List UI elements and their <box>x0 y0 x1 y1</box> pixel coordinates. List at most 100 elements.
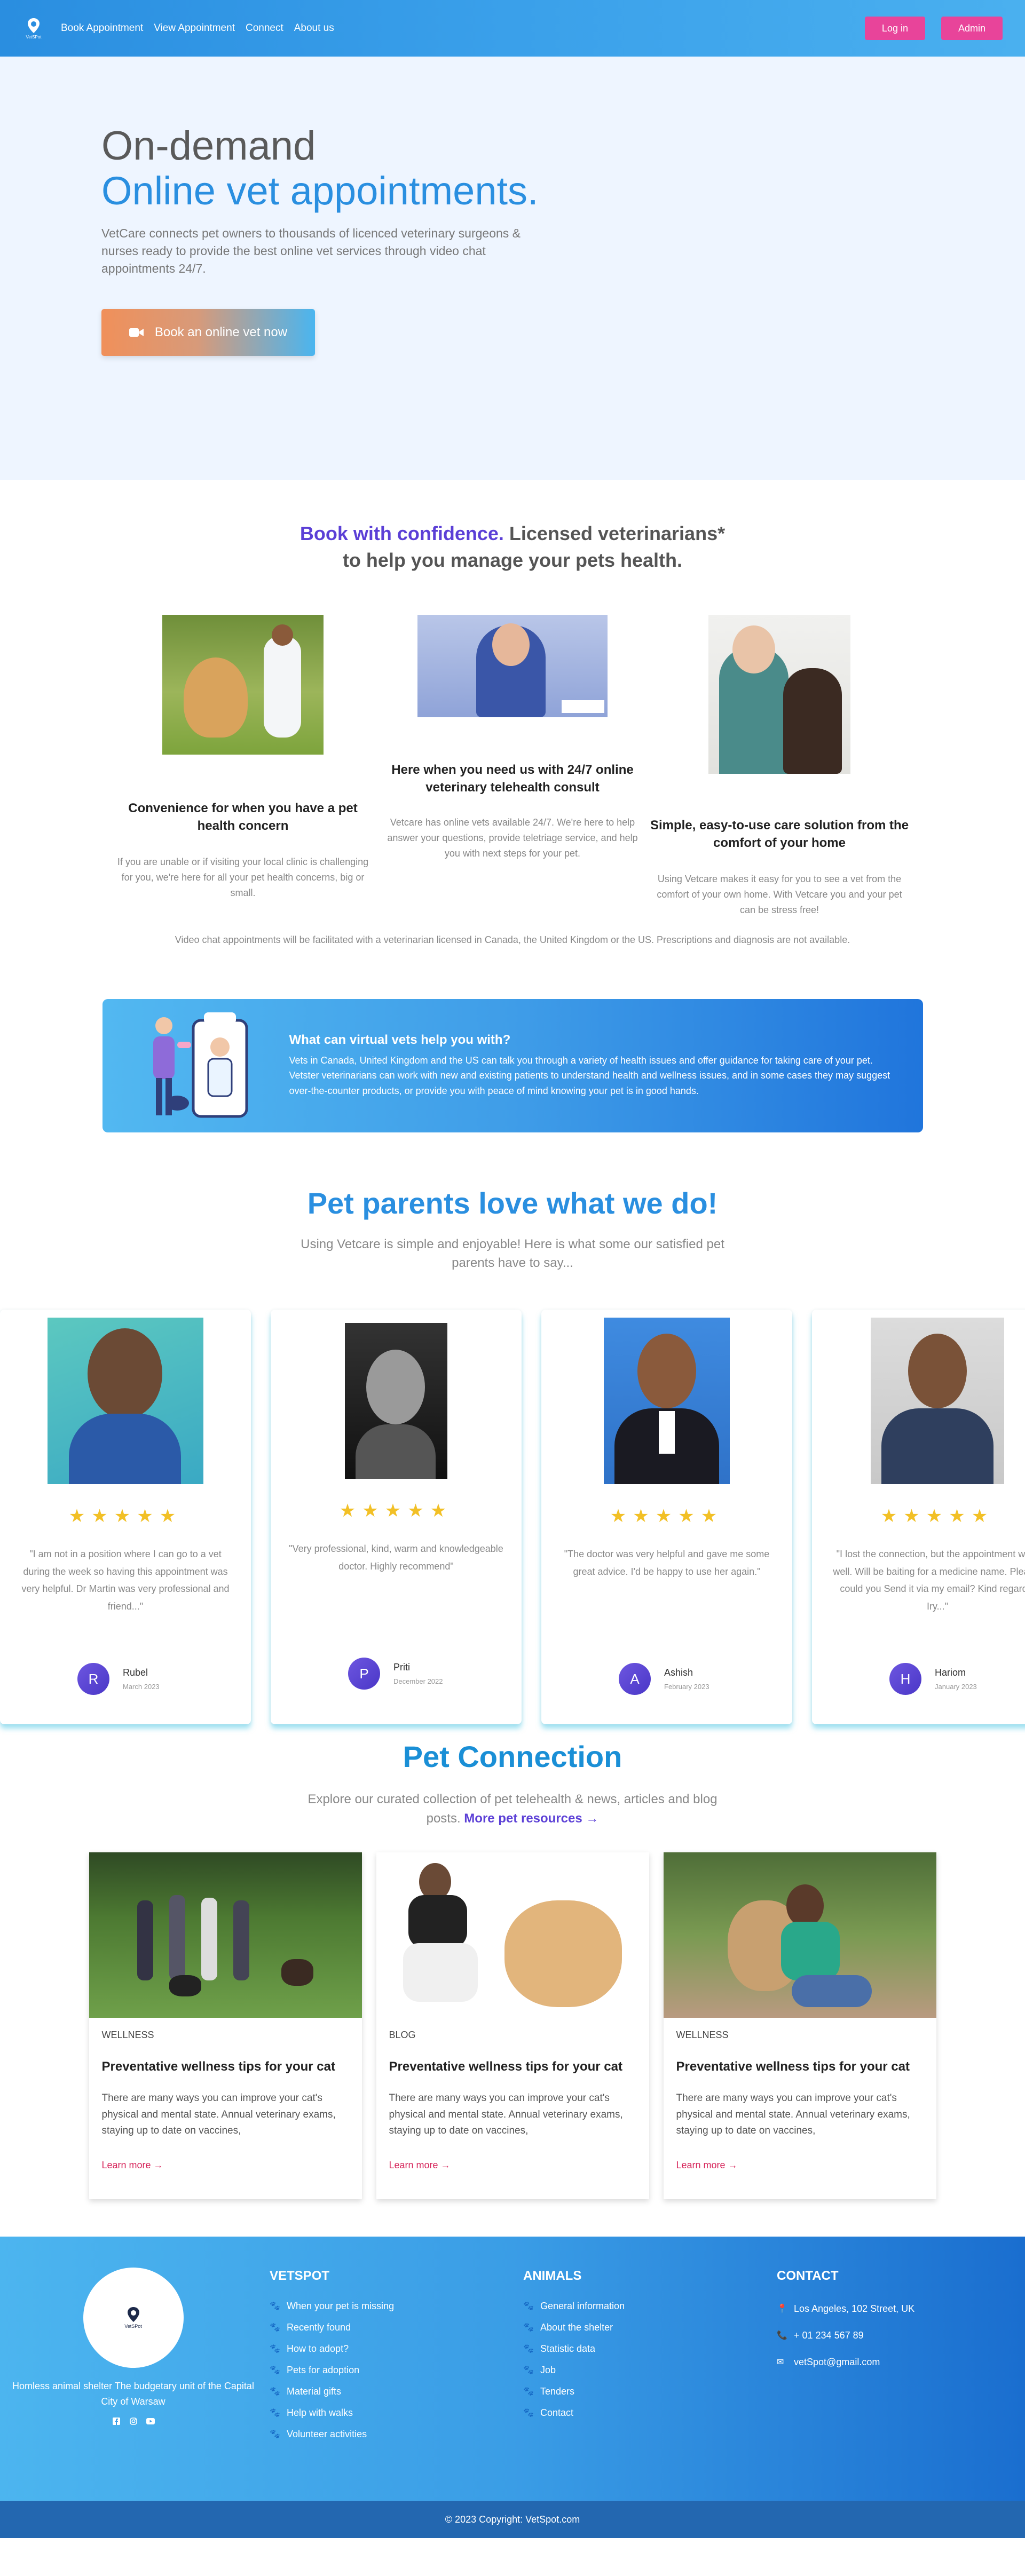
testimonials-section: Pet parents love what we do! Using Vetca… <box>0 1132 1025 1740</box>
blog-category: WELLNESS <box>101 2030 154 2041</box>
paw-icon: 🐾 <box>523 2323 534 2333</box>
footer-link-help-with-walks[interactable]: 🐾 Help with walks <box>270 2402 394 2423</box>
footer-link-pets-for-adoption[interactable]: 🐾 Pets for adoption <box>270 2359 394 2381</box>
footer-link-label: Material gifts <box>287 2385 342 2397</box>
footer-about: VetSPot Homless animal shelter The budge… <box>12 2268 255 2427</box>
footer-link-recently-found[interactable]: 🐾 Recently found <box>270 2317 394 2338</box>
learn-more-link[interactable]: Learn more → <box>389 2160 636 2171</box>
avatar: H <box>889 1663 921 1695</box>
blog-card[interactable]: BLOG Preventative wellness tips for your… <box>376 1852 649 2200</box>
testimonial-photo <box>871 1318 1004 1485</box>
book-online-vet-label: Book an online vet now <box>154 324 288 339</box>
blog-description: There are many ways you can improve your… <box>389 2092 623 2137</box>
book-online-vet-button[interactable]: Book an online vet now <box>101 308 315 356</box>
footer-link-job[interactable]: 🐾 Job <box>523 2359 625 2381</box>
rating-stars: ★★★★★ <box>610 1506 724 1527</box>
facebook-icon[interactable] <box>111 2416 122 2427</box>
footer-vetspot-column: VETSPOT 🐾 When your pet is missing 🐾 Recen… <box>270 2269 394 2445</box>
footer-about-text: Homless animal shelter The budgetary uni… <box>12 2381 254 2407</box>
blog-image-group-with-dogs <box>89 1852 362 2018</box>
learn-more-link[interactable]: Learn more → <box>676 2160 924 2171</box>
virtual-vets-text: Vets in Canada, United Kingdom and the U… <box>289 1055 890 1097</box>
hero-section: On-demand Online vet appointments. VetCa… <box>0 57 1025 480</box>
envelope-icon: ✉ <box>777 2358 784 2367</box>
blog-body: BLOG Preventative wellness tips for your… <box>376 2018 649 2182</box>
footer-link-general-info[interactable]: 🐾 General information <box>523 2295 625 2317</box>
paw-location-icon <box>127 2307 139 2323</box>
footer-email[interactable]: ✉ vetSpot@gmail.com <box>777 2349 914 2375</box>
blog-title: Preventative wellness tips for your cat <box>101 2059 336 2074</box>
author-date: March 2023 <box>123 1683 160 1691</box>
feature-title-simple: Simple, easy-to-use care solution from t… <box>650 818 909 851</box>
testimonial-photo <box>48 1318 203 1485</box>
virtual-vets-content: What can virtual vets help you with? Vet… <box>289 1033 891 1099</box>
feature-desc-simple: Using Vetcare makes it easy for you to s… <box>657 873 902 915</box>
hero-heading-line2: Online vet appointments. <box>101 169 539 213</box>
more-pet-resources-link[interactable]: More pet resources → <box>464 1811 598 1826</box>
nav-about-us[interactable]: About us <box>294 22 334 34</box>
testimonial-author: R Rubel March 2023 <box>77 1663 251 1695</box>
testimonials-subtitle: Using Vetcare is simple and enjoyable! H… <box>301 1237 724 1270</box>
admin-button[interactable]: Admin <box>941 17 1003 40</box>
rating-stars: ★★★★★ <box>339 1501 453 1521</box>
paw-icon: 🐾 <box>270 2323 280 2333</box>
nav-book-appointment[interactable]: Book Appointment <box>61 22 143 34</box>
avatar: P <box>348 1658 380 1690</box>
blog-category: BLOG <box>389 2030 416 2041</box>
blog-description: There are many ways you can improve your… <box>676 2092 910 2137</box>
blog-card[interactable]: WELLNESS Preventative wellness tips for … <box>663 1852 936 2200</box>
blog-description: There are many ways you can improve your… <box>101 2092 336 2137</box>
nav-links: Book Appointment View Appointment Connec… <box>61 22 334 34</box>
testimonials-carousel[interactable]: ★★★★★ "I am not in a position where I ca… <box>0 1304 1025 1739</box>
phone-icon: 📞 <box>777 2331 787 2341</box>
feature-card-convenience: Convenience for when you have a pet heal… <box>115 614 371 901</box>
avatar: A <box>619 1663 651 1695</box>
footer-contact-column: CONTACT 📍 Los Angeles, 102 Street, UK 📞 + … <box>777 2269 914 2375</box>
footer-vetspot-title: VETSPOT <box>270 2269 330 2284</box>
youtube-icon[interactable] <box>145 2416 156 2427</box>
footer-link-statistic-data[interactable]: 🐾 Statistic data <box>523 2338 625 2359</box>
footer-link-label: Contact <box>540 2407 574 2418</box>
blog-card[interactable]: WELLNESS Preventative wellness tips for … <box>89 1852 362 2200</box>
feature-photo-woman-dog <box>708 614 850 774</box>
paw-icon: 🐾 <box>523 2366 534 2375</box>
author-name: Hariom <box>935 1667 966 1678</box>
footer-link-pet-missing[interactable]: 🐾 When your pet is missing <box>270 2295 394 2317</box>
paw-location-icon <box>28 18 40 33</box>
testimonial-quote: "Very professional, kind, warm and knowl… <box>289 1543 503 1572</box>
blog-image-woman-hugging-dog <box>663 1852 936 2018</box>
nav-connect[interactable]: Connect <box>246 22 283 34</box>
video-camera-icon <box>129 328 144 337</box>
footer-phone[interactable]: 📞 + 01 234 567 89 <box>777 2322 914 2349</box>
footer-link-label: Job <box>540 2364 556 2375</box>
nav-view-appointment[interactable]: View Appointment <box>154 22 235 34</box>
footer-link-how-to-adopt[interactable]: 🐾 How to adopt? <box>270 2338 394 2359</box>
hero-description: VetCare connects pet owners to thousands… <box>101 226 521 276</box>
virtual-vets-title: What can virtual vets help you with? <box>289 1032 511 1047</box>
learn-more-link[interactable]: Learn more → <box>102 2160 349 2171</box>
paw-icon: 🐾 <box>270 2366 280 2375</box>
blog-title: Preventative wellness tips for your cat <box>389 2059 623 2074</box>
footer-link-label: Recently found <box>287 2321 351 2333</box>
avatar: R <box>77 1663 109 1695</box>
footer-link-contact[interactable]: 🐾 Contact <box>523 2402 625 2423</box>
hero-heading-line1: On-demand <box>101 123 316 169</box>
testimonials-title: Pet parents love what we do! <box>307 1186 718 1220</box>
instagram-icon[interactable] <box>128 2416 139 2427</box>
footer-logo[interactable]: VetSPot <box>83 2268 184 2368</box>
logo[interactable]: VetSPot <box>22 15 45 42</box>
paw-icon: 🐾 <box>270 2387 280 2397</box>
author-name: Priti <box>393 1662 410 1673</box>
footer-link-label: General information <box>540 2300 625 2311</box>
footer-contact-title: CONTACT <box>777 2269 839 2284</box>
footer-link-volunteer[interactable]: 🐾 Volunteer activities <box>270 2423 394 2445</box>
footer-link-tenders[interactable]: 🐾 Tenders <box>523 2381 625 2402</box>
footer-link-material-gifts[interactable]: 🐾 Material gifts <box>270 2381 394 2402</box>
login-button[interactable]: Log in <box>864 17 925 40</box>
testimonial-card: ★★★★★ "Very professional, kind, warm and… <box>271 1310 522 1725</box>
confidence-section: Book with confidence. Licensed veterinar… <box>0 480 1025 946</box>
footer-link-label: When your pet is missing <box>287 2300 395 2311</box>
footer-link-about-shelter[interactable]: 🐾 About the shelter <box>523 2317 625 2338</box>
feature-title-247: Here when you need us with 24/7 online v… <box>391 762 634 795</box>
rating-stars: ★★★★★ <box>68 1506 183 1527</box>
